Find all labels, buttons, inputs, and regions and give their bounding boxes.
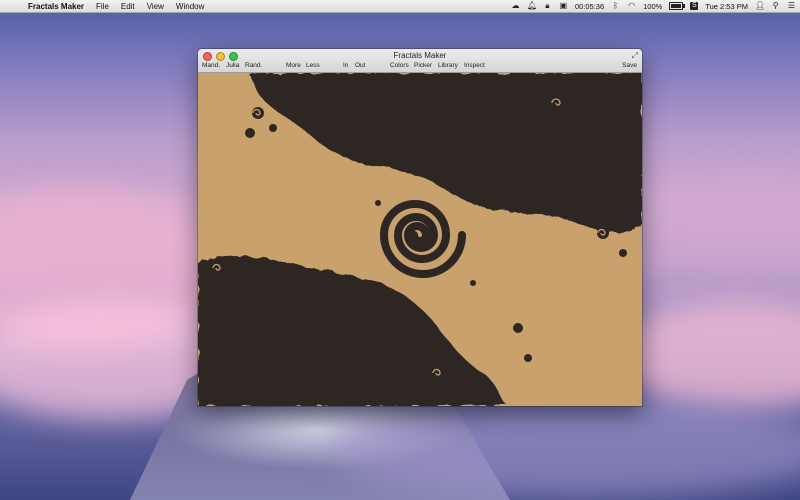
wifi-icon[interactable]: ◠ — [627, 2, 636, 10]
user-icon[interactable]: 👤︎ — [755, 2, 765, 10]
fractals-window: Fractals Maker ⤢ Mand. Julia Rand. More … — [198, 49, 642, 406]
s-app-icon[interactable]: S — [690, 2, 699, 10]
more-button[interactable]: More — [286, 62, 301, 69]
fractal-canvas[interactable] — [198, 73, 642, 406]
colors-button[interactable]: Colors — [390, 62, 409, 69]
window-title: Fractals Maker — [393, 51, 447, 60]
notifications-icon[interactable]: ☰ — [787, 2, 796, 10]
menu-bar: Fractals Maker File Edit View Window ☁ 🔔… — [0, 0, 800, 13]
view-menu[interactable]: View — [141, 0, 170, 12]
cloud-icon[interactable]: ☁ — [511, 2, 520, 10]
lock-icon[interactable]: 🔒︎ — [543, 2, 552, 10]
zoom-out-button[interactable]: Out — [355, 62, 365, 69]
bell-icon[interactable]: 🔔︎ — [527, 2, 537, 10]
edit-menu[interactable]: Edit — [115, 0, 141, 12]
spotlight-icon[interactable]: ⚲ — [771, 2, 780, 10]
fullscreen-icon[interactable]: ⤢ — [632, 51, 638, 61]
random-button[interactable]: Rand. — [245, 62, 262, 69]
cloud — [650, 170, 800, 260]
julia-button[interactable]: Julia — [226, 62, 239, 69]
app-menu[interactable]: Fractals Maker — [22, 0, 90, 12]
zoom-in-button[interactable]: In — [343, 62, 348, 69]
timer-display[interactable]: 00:05:36 — [575, 2, 604, 11]
inspect-button[interactable]: Inspect — [464, 62, 485, 69]
mandelbrot-button[interactable]: Mand. — [202, 62, 220, 69]
less-button[interactable]: Less — [306, 62, 320, 69]
window-menu[interactable]: Window — [170, 0, 210, 12]
window-titlebar[interactable]: Fractals Maker ⤢ Mand. Julia Rand. More … — [198, 49, 642, 73]
save-button[interactable]: Save — [622, 62, 637, 69]
fractal-image — [198, 73, 642, 406]
cloud — [330, 400, 800, 500]
toolbar: Mand. Julia Rand. More Less In Out Color… — [198, 62, 642, 72]
battery-icon[interactable] — [669, 2, 686, 10]
library-button[interactable]: Library — [438, 62, 458, 69]
picker-button[interactable]: Picker — [414, 62, 432, 69]
timer-icon[interactable]: ▣ — [559, 2, 568, 10]
clock[interactable]: Tue 2:53 PM — [705, 2, 748, 11]
file-menu[interactable]: File — [90, 0, 115, 12]
battery-percent[interactable]: 100% — [643, 2, 662, 11]
bluetooth-icon[interactable]: ᛒ — [611, 2, 620, 10]
